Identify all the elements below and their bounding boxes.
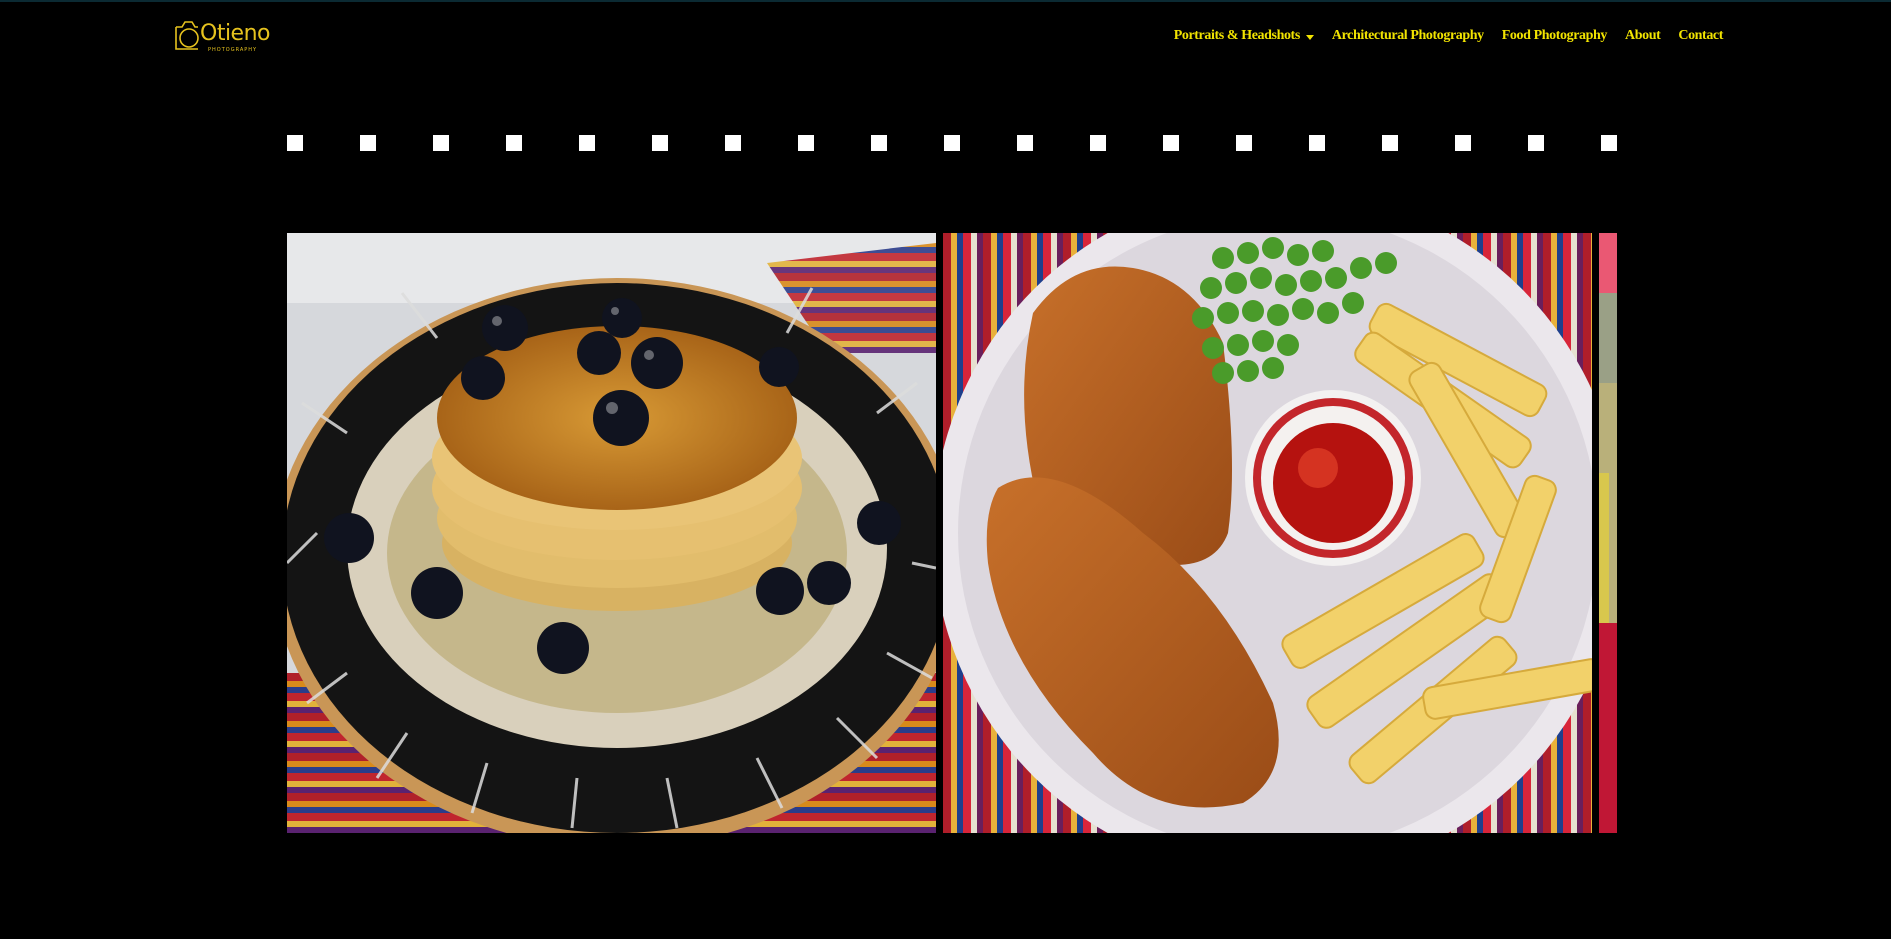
nav-item-label: Contact	[1678, 28, 1723, 43]
nav-item-label: Food Photography	[1501, 28, 1608, 43]
nav-item-portraits[interactable]: Portraits & Headshots	[1174, 28, 1314, 44]
film-hole	[1090, 135, 1106, 151]
film-hole	[652, 135, 668, 151]
film-hole	[1163, 135, 1179, 151]
film-hole	[1309, 135, 1325, 151]
film-hole	[1236, 135, 1252, 151]
film-hole	[1528, 135, 1544, 151]
brand-tagline: PHOTOGRAPHY	[208, 47, 258, 53]
gallery-photo-fish-and-fries[interactable]	[943, 233, 1592, 833]
film-hole	[725, 135, 741, 151]
film-hole	[360, 135, 376, 151]
film-hole	[798, 135, 814, 151]
film-hole	[1601, 135, 1617, 151]
next-photo-image	[1599, 233, 1617, 833]
nav-item-architectural[interactable]: Architectural Photography	[1332, 28, 1484, 44]
nav-item-label: Portraits & Headshots	[1173, 28, 1301, 43]
film-strip-holes	[287, 135, 1617, 151]
film-hole	[944, 135, 960, 151]
site-logo[interactable]: Otieno PHOTOGRAPHY	[172, 15, 271, 57]
film-hole	[287, 135, 303, 151]
brand-name: Otieno	[200, 21, 271, 46]
nav-item-label: About	[1625, 28, 1661, 43]
gallery-photo-next-partial[interactable]	[1599, 233, 1617, 833]
top-border	[0, 0, 1891, 2]
nav-item-food[interactable]: Food Photography	[1501, 28, 1608, 44]
photo-carousel[interactable]	[287, 233, 1617, 833]
film-hole	[579, 135, 595, 151]
fish-and-fries-image	[943, 233, 1592, 833]
film-hole	[871, 135, 887, 151]
pancakes-image	[287, 233, 936, 833]
nav-item-contact[interactable]: Contact	[1678, 28, 1723, 44]
film-hole	[1017, 135, 1033, 151]
film-hole	[1455, 135, 1471, 151]
gallery-photo-pancakes[interactable]	[287, 233, 936, 833]
film-hole	[433, 135, 449, 151]
nav-item-about[interactable]: About	[1625, 28, 1661, 44]
film-hole	[506, 135, 522, 151]
caret-down-icon	[1305, 34, 1314, 40]
nav-item-label: Architectural Photography	[1331, 28, 1484, 43]
main-nav: Portraits & Headshots Architectural Phot…	[1174, 28, 1724, 44]
film-hole	[1382, 135, 1398, 151]
